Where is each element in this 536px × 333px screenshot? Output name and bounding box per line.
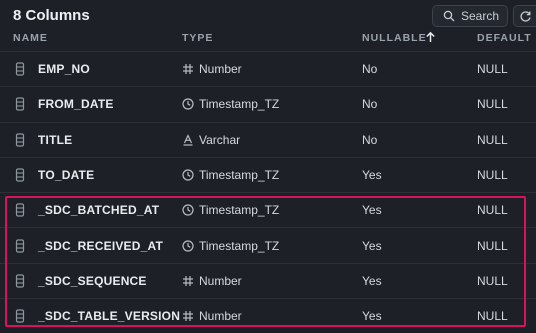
- column-name: _SDC_SEQUENCE: [38, 273, 147, 288]
- column-name: EMP_NO: [38, 62, 90, 77]
- column-icon: [15, 228, 25, 262]
- table-row[interactable]: _SDC_SEQUENCE Number Yes NULL: [0, 262, 536, 298]
- table-row[interactable]: EMP_NO Number No NULL: [0, 51, 536, 86]
- column-type-label: Timestamp_TZ: [199, 203, 280, 218]
- refresh-button[interactable]: [513, 5, 536, 27]
- column-type: Timestamp_TZ: [182, 193, 279, 227]
- search-button-label: Search: [461, 9, 500, 23]
- column-nullable: No: [362, 97, 378, 112]
- column-default: NULL: [477, 97, 508, 112]
- clock-icon: [182, 204, 194, 216]
- hash-icon: [182, 63, 194, 75]
- table-row[interactable]: _SDC_RECEIVED_AT Timestamp_TZ Yes NULL: [0, 227, 536, 262]
- column-type-label: Number: [199, 273, 242, 288]
- column-name: FROM_DATE: [38, 97, 114, 112]
- column-name: _SDC_TABLE_VERSION: [38, 309, 181, 324]
- column-icon: [15, 123, 25, 157]
- column-default: NULL: [477, 168, 508, 183]
- table-header: NAME TYPE NULLABLE DEFAULT: [0, 31, 536, 50]
- column-default: NULL: [477, 309, 508, 324]
- column-name: _SDC_BATCHED_AT: [38, 203, 160, 218]
- column-header-default[interactable]: DEFAULT: [477, 32, 532, 44]
- column-default: NULL: [477, 238, 508, 253]
- column-type-label: Timestamp_TZ: [199, 168, 280, 183]
- column-icon: [15, 264, 25, 298]
- column-type: Number: [182, 264, 242, 298]
- clock-icon: [182, 169, 194, 181]
- column-type-label: Number: [199, 309, 242, 324]
- column-type-label: Varchar: [199, 132, 241, 147]
- table-row[interactable]: TITLE Varchar No NULL: [0, 121, 536, 157]
- column-type: Number: [182, 52, 242, 86]
- column-header-nullable-label: NULLABLE: [362, 32, 427, 44]
- column-type: Timestamp_TZ: [182, 158, 279, 192]
- table-row[interactable]: TO_DATE Timestamp_TZ Yes NULL: [0, 156, 536, 192]
- refresh-icon: [519, 10, 532, 23]
- column-icon: [15, 52, 25, 86]
- column-type: Number: [182, 299, 242, 333]
- clock-icon: [182, 240, 194, 252]
- column-header-name[interactable]: NAME: [13, 32, 48, 44]
- column-nullable: Yes: [362, 203, 382, 218]
- clock-icon: [182, 98, 194, 111]
- search-icon: [443, 10, 455, 22]
- column-icon: [15, 87, 25, 121]
- column-default: NULL: [477, 132, 508, 147]
- column-default: NULL: [477, 203, 508, 218]
- columns-title: 8 Columns: [13, 7, 90, 24]
- table-row[interactable]: FROM_DATE Timestamp_TZ No NULL: [0, 86, 536, 121]
- column-icon: [15, 158, 25, 192]
- column-nullable: Yes: [362, 238, 382, 253]
- column-nullable: Yes: [362, 168, 382, 183]
- column-type-label: Timestamp_TZ: [199, 97, 280, 112]
- column-default: NULL: [477, 62, 508, 77]
- column-header-nullable[interactable]: NULLABLE: [362, 32, 427, 44]
- column-header-type[interactable]: TYPE: [182, 32, 213, 44]
- column-name: TITLE: [38, 132, 73, 147]
- column-icon: [15, 193, 25, 227]
- table-row[interactable]: _SDC_TABLE_VERSION Number Yes NULL: [0, 298, 536, 333]
- column-type: Varchar: [182, 123, 240, 157]
- column-default: NULL: [477, 273, 508, 288]
- column-type: Timestamp_TZ: [182, 228, 279, 262]
- column-nullable: Yes: [362, 309, 382, 324]
- column-name: _SDC_RECEIVED_AT: [38, 238, 164, 253]
- text-icon: [182, 133, 194, 146]
- columns-table-body: EMP_NO Number No NULL FROM_DATE Timestamp_TZ N…: [0, 51, 536, 333]
- hash-icon: [182, 310, 194, 322]
- column-icon: [15, 299, 25, 333]
- hash-icon: [182, 275, 194, 287]
- column-nullable: Yes: [362, 273, 382, 288]
- sort-arrow-up-icon[interactable]: [425, 31, 436, 43]
- column-type-label: Timestamp_TZ: [199, 238, 280, 253]
- search-button[interactable]: Search: [432, 5, 508, 27]
- column-type-label: Number: [199, 62, 242, 77]
- table-row[interactable]: _SDC_BATCHED_AT Timestamp_TZ Yes NULL: [0, 192, 536, 227]
- column-type: Timestamp_TZ: [182, 87, 279, 121]
- column-nullable: No: [362, 62, 378, 77]
- column-name: TO_DATE: [38, 168, 95, 183]
- column-nullable: No: [362, 132, 378, 147]
